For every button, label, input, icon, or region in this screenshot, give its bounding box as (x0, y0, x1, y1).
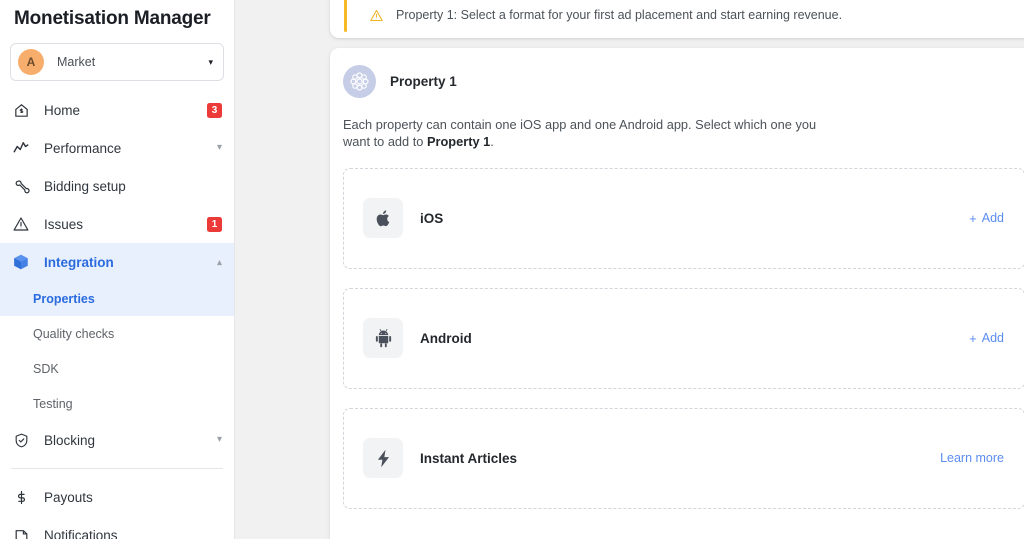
status-badge: 1 (207, 216, 222, 232)
bell-note-icon (11, 525, 31, 539)
plus-icon: + (969, 330, 977, 346)
learn-more-label: Learn more (940, 451, 1004, 466)
property-description-period: . (490, 133, 494, 149)
sidebar-subitem-label: Quality checks (33, 326, 115, 341)
sidebar-item-sdk[interactable]: SDK (0, 351, 234, 386)
wrench-icon (11, 176, 31, 196)
sidebar-item-label: Blocking (44, 432, 96, 448)
warning-accent-bar (344, 0, 347, 32)
property-description: Each property can contain one iOS app an… (343, 117, 828, 151)
apple-icon (363, 198, 403, 239)
add-android-button[interactable]: + Add (969, 331, 1004, 346)
sidebar-divider (11, 468, 223, 469)
sidebar-item-blocking[interactable]: Blocking ▾ (0, 421, 234, 459)
content-column: Property 1: Select a format for your fir… (330, 0, 1024, 539)
page-title: Monetisation Manager (14, 8, 211, 29)
warning-triangle-icon (369, 8, 384, 23)
android-icon (363, 318, 403, 359)
warning-banner-row: Property 1: Select a format for your fir… (330, 0, 842, 32)
sidebar: Monetisation Manager A Market ▾ Home 3 P… (0, 0, 235, 539)
platform-list: iOS + Add Android + Add Instant Articles… (330, 167, 1024, 509)
add-ios-button[interactable]: + Add (969, 211, 1004, 226)
property-title: Property 1 (390, 74, 457, 89)
sidebar-item-payouts[interactable]: Payouts (0, 478, 234, 516)
app-root: Monetisation Manager A Market ▾ Home 3 P… (0, 0, 1024, 539)
status-badge: 3 (207, 102, 222, 118)
main-content: Property 1: Select a format for your fir… (235, 0, 1024, 539)
market-selector[interactable]: A Market ▾ (10, 43, 224, 81)
platform-card-instant-articles[interactable]: Instant Articles Learn more (343, 407, 1024, 509)
platform-card-android[interactable]: Android + Add (343, 287, 1024, 389)
chevron-down-icon[interactable]: ▾ (217, 435, 222, 445)
warning-triangle-icon (11, 214, 31, 234)
property-header: Property 1 (330, 62, 1024, 98)
warning-banner-text: Property 1: Select a format for your fir… (396, 8, 843, 22)
sidebar-item-label: Home (44, 102, 81, 118)
sidebar-item-performance[interactable]: Performance ▾ (0, 129, 234, 167)
property-description-text: Each property can contain one iOS app an… (343, 117, 817, 149)
add-android-label: Add (981, 331, 1004, 346)
lightning-icon (363, 438, 403, 479)
sidebar-item-properties[interactable]: Properties (0, 281, 234, 316)
sidebar-subnav-integration: Properties (0, 281, 234, 316)
platform-name: Instant Articles (420, 450, 518, 466)
sidebar-nav: Home 3 Performance ▾ Bidding setup Issue… (0, 91, 234, 539)
sidebar-item-bidding-setup[interactable]: Bidding setup (0, 167, 234, 205)
platform-name: Android (420, 330, 472, 346)
sidebar-item-label: Performance (44, 140, 122, 156)
dollar-icon (11, 487, 31, 507)
line-chart-icon (11, 138, 31, 158)
sidebar-item-testing[interactable]: Testing (0, 386, 234, 421)
sidebar-item-label: Notifications (44, 527, 118, 539)
sidebar-item-home[interactable]: Home 3 (0, 91, 234, 129)
property-flower-icon (343, 65, 376, 98)
sidebar-item-label: Payouts (44, 489, 93, 505)
warning-banner: Property 1: Select a format for your fir… (330, 0, 1024, 38)
sidebar-item-label: Bidding setup (44, 178, 126, 194)
sidebar-subitem-label: Testing (33, 396, 73, 411)
learn-more-link[interactable]: Learn more (940, 451, 1004, 465)
sidebar-item-notifications[interactable]: Notifications (0, 516, 234, 539)
sidebar-item-quality-checks[interactable]: Quality checks (0, 316, 234, 351)
add-ios-label: Add (981, 211, 1004, 226)
cube-icon (11, 252, 31, 272)
property-card: Property 1 Each property can contain one… (330, 48, 1024, 539)
chevron-down-icon: ▾ (208, 56, 213, 67)
chevron-down-icon[interactable]: ▾ (217, 143, 222, 153)
home-dollar-icon (11, 100, 31, 120)
sidebar-subnav-integration-rest: Quality checks SDK Testing (0, 316, 234, 421)
platform-card-ios[interactable]: iOS + Add (343, 167, 1024, 269)
sidebar-item-label: Issues (44, 216, 84, 232)
property-description-emphasis: Property 1 (426, 133, 491, 149)
sidebar-item-label: Integration (44, 254, 114, 270)
avatar: A (18, 49, 44, 75)
platform-name: iOS (420, 210, 444, 226)
chevron-up-icon[interactable]: ▾ (217, 257, 222, 268)
sidebar-item-integration[interactable]: Integration ▾ (0, 243, 234, 281)
plus-icon: + (969, 210, 977, 226)
market-label: Market (57, 55, 96, 69)
sidebar-subitem-label: SDK (33, 361, 59, 376)
sidebar-nav-bottom: Payouts Notifications (0, 478, 234, 539)
sidebar-subitem-label: Properties (33, 291, 95, 306)
sidebar-item-issues[interactable]: Issues 1 (0, 205, 234, 243)
shield-check-icon (11, 430, 31, 450)
